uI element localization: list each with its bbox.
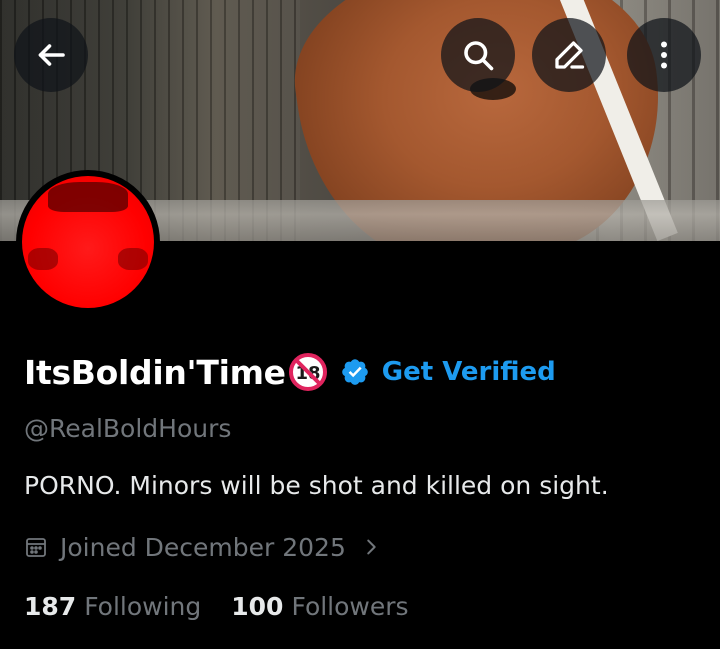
followers-label: Followers: [291, 591, 409, 621]
follow-stats: 187 Following 100 Followers: [24, 588, 409, 624]
get-verified-link[interactable]: Get Verified: [382, 357, 556, 387]
avatar-ring: [16, 170, 160, 314]
display-name: ItsBoldin'Time: [24, 352, 286, 392]
name-row: ItsBoldin'Time 18 Get Verified: [24, 347, 556, 397]
calendar-icon: [26, 538, 46, 557]
search-icon: [464, 41, 494, 71]
pencil-icon: [555, 41, 585, 69]
chevron-right-icon: [367, 539, 376, 555]
search-button[interactable]: [441, 18, 515, 92]
back-button[interactable]: [14, 18, 88, 92]
arrow-left-icon: [38, 44, 65, 66]
following-label: Following: [84, 591, 202, 621]
more-vertical-icon: [661, 41, 667, 69]
followers-count: 100: [231, 591, 284, 621]
profile-bio: PORNO. Minors will be shot and killed on…: [24, 471, 609, 500]
user-handle: @RealBoldHours: [24, 414, 232, 443]
edit-profile-button[interactable]: [532, 18, 606, 92]
joined-date-row[interactable]: Joined December 2025: [24, 530, 382, 564]
joined-date-text: Joined December 2025: [60, 532, 346, 562]
following-stat[interactable]: 187 Following: [24, 592, 201, 621]
no-one-under-18-icon: 18: [288, 353, 327, 391]
followers-stat[interactable]: 100 Followers: [231, 592, 408, 621]
avatar[interactable]: [22, 176, 154, 308]
verified-badge-icon[interactable]: [340, 357, 370, 387]
following-count: 187: [24, 591, 77, 621]
more-options-button[interactable]: [627, 18, 701, 92]
profile-page: ItsBoldin'Time 18 Get Verified @RealBold…: [0, 0, 720, 649]
